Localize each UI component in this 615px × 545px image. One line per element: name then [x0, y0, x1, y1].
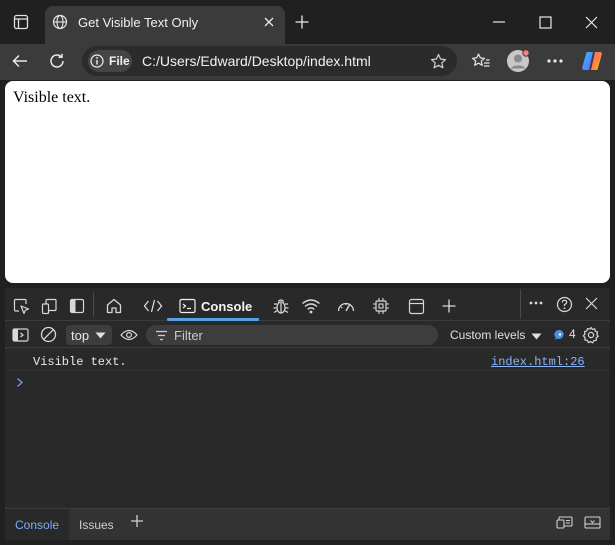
quick-view-icon[interactable] — [555, 514, 573, 530]
tab-console[interactable]: Console — [201, 299, 252, 314]
scheme-label: File — [109, 54, 130, 68]
drawer-console-label[interactable]: Console — [15, 518, 59, 532]
page-viewport — [5, 81, 610, 283]
dock-drawer-icon[interactable] — [583, 514, 601, 530]
drawer-tab-issues[interactable]: Issues — [79, 518, 114, 532]
dock-side-icon[interactable] — [68, 297, 86, 315]
log-divider — [5, 370, 610, 371]
drawer-add-tab-icon[interactable] — [129, 513, 145, 529]
page-body-text: Visible text. — [13, 89, 91, 106]
devtools-more-icon[interactable] — [527, 296, 545, 310]
chip-icon[interactable] — [371, 296, 391, 316]
close-devtools-icon[interactable] — [583, 295, 599, 311]
gauge-icon[interactable] — [336, 296, 356, 316]
minimize-icon[interactable] — [491, 14, 507, 30]
console-output — [5, 349, 610, 507]
sidebar-toggle-icon[interactable] — [11, 326, 29, 343]
console-icon[interactable] — [178, 297, 196, 315]
more-options-icon[interactable] — [545, 55, 565, 67]
issues-count[interactable]: 4 — [569, 327, 576, 341]
console-prompt-chevron-icon[interactable] — [14, 376, 26, 389]
filter-icon — [154, 328, 168, 342]
help-icon[interactable] — [554, 294, 574, 314]
copilot-icon[interactable] — [580, 50, 604, 72]
clear-console-icon[interactable] — [39, 325, 57, 343]
live-expression-icon[interactable] — [119, 326, 139, 343]
url-text[interactable]: C:/Users/Edward/Desktop/index.html — [142, 53, 371, 69]
info-icon — [90, 54, 104, 68]
context-value: top — [71, 328, 90, 343]
chevron-down-icon — [94, 330, 106, 340]
chevron-down-icon — [530, 331, 542, 341]
globe-icon — [52, 14, 68, 30]
favorite-star-icon[interactable] — [429, 52, 447, 70]
bug-icon[interactable] — [271, 296, 291, 316]
log-message: Visible text. — [33, 355, 127, 369]
tab-actions-icon[interactable] — [12, 13, 30, 31]
log-levels-dropdown[interactable]: Custom levels — [450, 328, 525, 342]
inspect-element-icon[interactable] — [12, 297, 30, 315]
issues-badge-icon[interactable] — [553, 328, 566, 341]
toolbar-divider — [93, 292, 94, 317]
favorites-icon[interactable] — [471, 51, 491, 71]
maximize-icon[interactable] — [537, 14, 553, 30]
back-icon[interactable] — [10, 51, 30, 71]
new-tab-icon[interactable] — [294, 14, 310, 30]
refresh-icon[interactable] — [47, 51, 67, 71]
profile-avatar-icon[interactable] — [506, 49, 530, 73]
window-icon[interactable] — [406, 296, 426, 316]
toolbar-divider — [520, 289, 521, 319]
add-tool-icon[interactable] — [440, 297, 458, 315]
home-icon[interactable] — [104, 296, 124, 316]
active-tab-indicator — [167, 318, 259, 321]
settings-gear-icon[interactable] — [581, 325, 601, 345]
code-icon[interactable] — [143, 296, 163, 316]
close-tab-icon[interactable] — [262, 15, 276, 29]
close-window-icon[interactable] — [583, 14, 599, 30]
device-emulation-icon[interactable] — [40, 297, 58, 315]
filter-placeholder: Filter — [174, 328, 203, 343]
tab-title: Get Visible Text Only — [78, 15, 199, 30]
log-source-link[interactable]: index.html:26 — [491, 355, 585, 369]
wifi-icon[interactable] — [301, 296, 321, 316]
